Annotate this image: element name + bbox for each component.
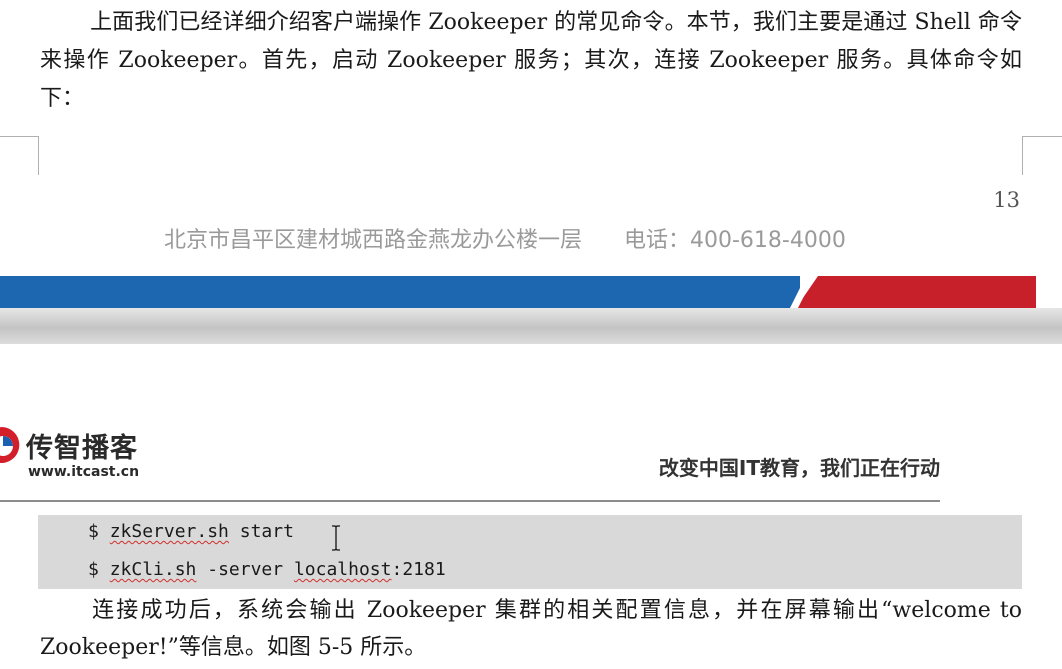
brand-name: 传智播客	[26, 433, 138, 464]
footer-address: 北京市昌平区建材城西路金燕龙办公楼一层 电话：400-618-4000	[164, 222, 846, 254]
code-port: :2181	[391, 559, 446, 580]
code-command: zkServer.sh	[109, 521, 229, 542]
code-line-start-server: $ zkServer.sh start	[88, 521, 294, 542]
crop-mark-left	[0, 136, 39, 175]
stripe-blue	[0, 276, 800, 308]
header-slogan: 改变中国IT教育，我们正在行动	[658, 456, 940, 480]
code-flag: -server	[196, 559, 294, 580]
header-rule	[0, 500, 940, 502]
code-prompt: $	[88, 559, 110, 580]
footer-address-text: 北京市昌平区建材城西路金燕龙办公楼一层	[164, 228, 583, 253]
code-args: start	[228, 521, 294, 542]
code-block: $ zkServer.sh start $ zkCli.sh -server l…	[38, 515, 1022, 589]
code-command: zkCli.sh	[109, 559, 197, 580]
code-line-connect: $ zkCli.sh -server localhost:2181	[88, 559, 446, 580]
intro-paragraph: 上面我们已经详细介绍客户端操作 Zookeeper 的常见命令。本节，我们主要是…	[40, 10, 1022, 111]
page-number: 13	[993, 188, 1020, 212]
stripe-red	[796, 276, 1036, 308]
crop-mark-right	[1022, 136, 1062, 175]
logo-icon	[0, 427, 20, 463]
page-gap	[0, 308, 1062, 344]
footer-phone: 电话：400-618-4000	[623, 228, 846, 253]
code-prompt: $	[88, 521, 110, 542]
code-host: localhost	[293, 559, 392, 580]
result-paragraph: 连接成功后，系统会输出 Zookeeper 集群的相关配置信息，并在屏幕输出“w…	[40, 598, 1022, 660]
text-cursor-icon	[332, 525, 340, 551]
footer-stripe	[0, 276, 1062, 310]
brand-url: www.itcast.cn	[28, 464, 140, 480]
